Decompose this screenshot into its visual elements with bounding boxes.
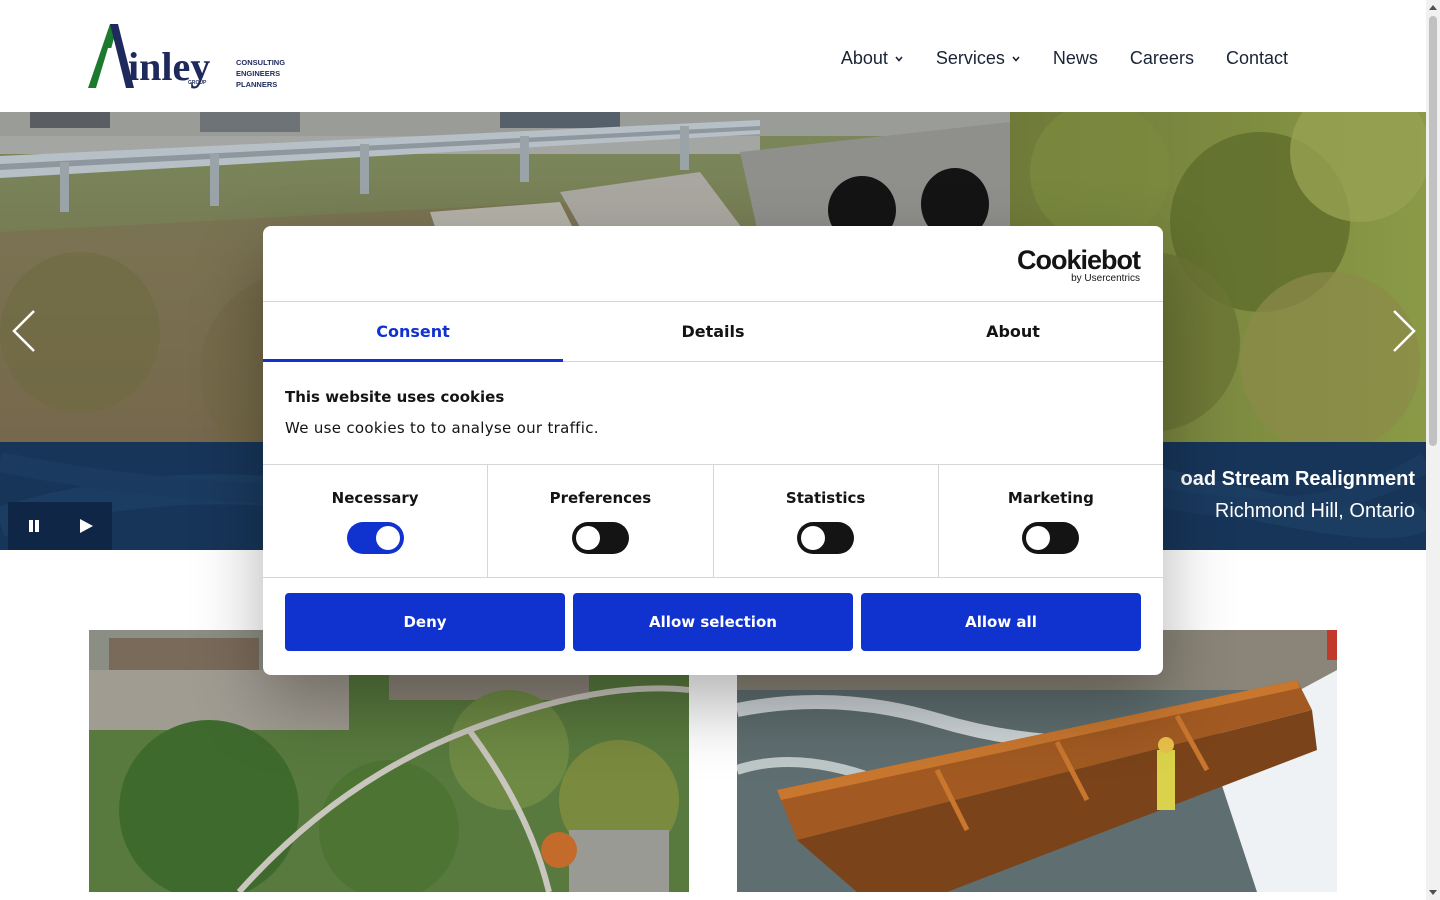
category-preferences-label: Preferences [549,489,652,507]
tab-consent[interactable]: Consent [263,302,563,362]
logo-group-label: GROUP [188,80,207,86]
dialog-buttons: Deny Allow selection Allow all [285,593,1141,651]
allow-selection-button[interactable]: Allow selection [573,593,853,651]
category-necessary: Necessary [263,465,489,577]
cookiebot-brand-sub: by Usercentrics [1071,273,1140,284]
preferences-toggle[interactable] [571,522,629,554]
cookie-category-toggles: Necessary Preferences Statistics Marketi… [263,464,1163,578]
chevron-down-icon [1012,55,1020,62]
main-nav: About Services News Careers Contact [809,48,1288,69]
scrollbar-thumb[interactable] [1429,16,1437,446]
category-marketing-label: Marketing [1007,489,1094,507]
play-button[interactable] [60,502,112,550]
logo-tagline: CONSULTING ENGINEERS PLANNERS [236,58,286,89]
nav-services-label: Services [935,48,1005,68]
tab-about[interactable]: About [863,302,1163,361]
scroll-up-icon[interactable] [1426,0,1440,14]
nav-news-label: News [1052,48,1098,68]
allow-all-button[interactable]: Allow all [861,593,1141,651]
dialog-title: This website uses cookies [285,388,505,406]
pause-button[interactable] [8,502,60,550]
category-statistics: Statistics [714,465,939,577]
nav-news[interactable]: News [1053,48,1098,69]
chevron-down-icon [895,55,903,62]
cookiebot-logo[interactable]: Cookiebot by Usercentrics [1017,245,1141,284]
nav-careers[interactable]: Careers [1130,48,1194,69]
nav-careers-label: Careers [1129,48,1194,68]
tab-details[interactable]: Details [563,302,863,361]
necessary-toggle[interactable] [346,522,404,554]
ainley-logo[interactable]: inley CONSULTING ENGINEERS PLANNERS GROU… [88,22,288,92]
nav-services[interactable]: Services [936,48,1021,69]
slide-caption-location: Richmond Hill, Ontario [1214,500,1415,522]
scroll-down-icon[interactable] [1426,886,1440,900]
dialog-description: We use cookies to to analyse our traffic… [285,419,599,437]
statistics-toggle[interactable] [797,522,855,554]
pause-icon [29,520,39,532]
nav-contact[interactable]: Contact [1226,48,1288,69]
category-statistics-label: Statistics [785,489,866,507]
cookiebot-brand: Cookiebot [1017,245,1141,275]
nav-about-label: About [840,48,888,68]
category-preferences: Preferences [488,465,714,577]
cookie-consent-dialog: Cookiebot by Usercentrics Consent Detail… [263,226,1163,675]
next-slide-arrow-icon[interactable] [1388,307,1418,355]
category-necessary-label: Necessary [331,489,419,507]
page-scrollbar[interactable] [1426,0,1440,900]
previous-slide-arrow-icon[interactable] [10,307,40,355]
nav-contact-label: Contact [1225,48,1288,68]
slide-caption-title: oad Stream Realignment [1180,468,1415,490]
site-header: inley CONSULTING ENGINEERS PLANNERS GROU… [0,0,1426,112]
dialog-header: Cookiebot by Usercentrics [263,226,1163,302]
dialog-tabs: Consent Details About [263,302,1163,362]
deny-button[interactable]: Deny [285,593,565,651]
nav-about[interactable]: About [841,48,904,69]
play-icon [80,519,93,533]
slideshow-controls [8,502,112,550]
marketing-toggle[interactable] [1022,522,1080,554]
category-marketing: Marketing [939,465,1163,577]
